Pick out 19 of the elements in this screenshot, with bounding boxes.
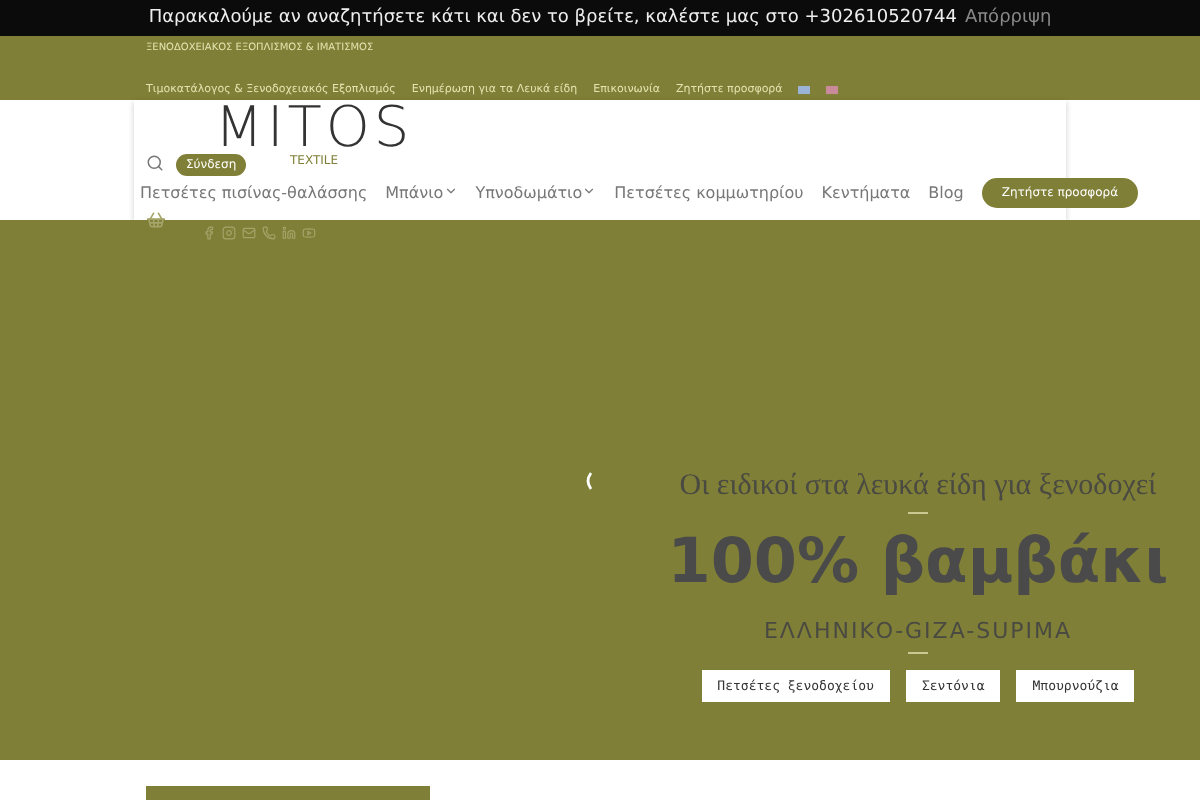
social-icon: [302, 226, 316, 240]
nav-link[interactable]: Κεντήματα: [821, 184, 911, 202]
nav-link[interactable]: Πετσέτες πισίνας-θαλάσσης: [140, 184, 368, 202]
basket-icon: [146, 210, 166, 230]
social-icon: [222, 226, 236, 240]
chevron-left-icon[interactable]: [584, 472, 592, 490]
dismiss-link[interactable]: Απόρριψη: [964, 8, 1052, 28]
flag-icon[interactable]: [798, 86, 811, 94]
nav-link[interactable]: Πετσέτες κομμωτηρίου: [614, 184, 804, 202]
social-icon: [242, 226, 256, 240]
search-icon: [146, 154, 164, 172]
nav-link[interactable]: Μπάνιο: [385, 184, 458, 202]
social-icon: [262, 226, 276, 240]
social-icon: [282, 226, 296, 240]
nav-link[interactable]: Υπνοδωμάτιο: [475, 184, 597, 202]
flag-icon[interactable]: [826, 86, 839, 94]
notice-text: Παρακαλούμε αν αναζητήσετε κάτι και δεν το βρείτε, καλέστε μας στο +302610520744: [148, 8, 957, 28]
nav-link[interactable]: Blog: [928, 184, 964, 202]
social-icon: [202, 226, 216, 240]
